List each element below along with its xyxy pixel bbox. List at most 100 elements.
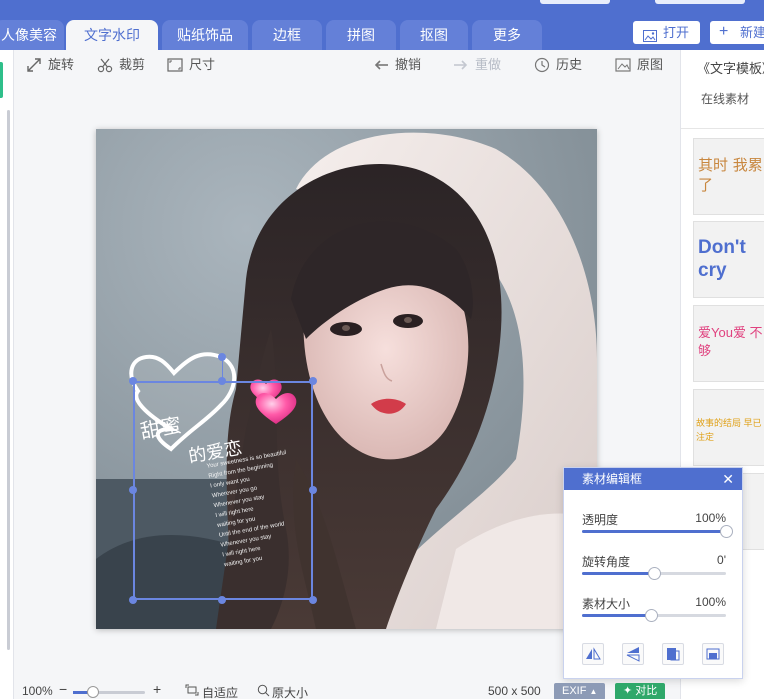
tab-border[interactable]: 边框 bbox=[252, 20, 322, 50]
original-image-button[interactable]: 原图 bbox=[615, 57, 663, 73]
original-label: 原图 bbox=[637, 57, 664, 72]
rotation-label: 旋转角度 bbox=[582, 555, 631, 569]
fit-icon bbox=[185, 684, 201, 698]
dialog-action-icons bbox=[582, 643, 726, 665]
new-button-label: 新建 bbox=[740, 25, 764, 40]
history-label: 历史 bbox=[556, 57, 583, 72]
resize-handle[interactable] bbox=[218, 377, 226, 385]
photo-canvas[interactable]: 甜蜜 的爱恋 Your sweetness is so beautiful Ri… bbox=[96, 129, 597, 629]
undo-button[interactable]: 撤销 bbox=[373, 57, 421, 73]
online-materials-label[interactable]: 在线素材 bbox=[701, 90, 749, 107]
size-slider[interactable] bbox=[582, 609, 726, 622]
opacity-slider-knob[interactable] bbox=[720, 525, 733, 538]
size-tool[interactable]: 尺寸 bbox=[167, 57, 215, 73]
redo-button[interactable]: 重做 bbox=[453, 57, 501, 73]
rotation-slider-knob[interactable] bbox=[648, 567, 661, 580]
resize-handle[interactable] bbox=[309, 377, 317, 385]
fit-button[interactable]: 自适应 bbox=[202, 684, 238, 699]
open-button-label: 打开 bbox=[663, 25, 690, 40]
size-label: 尺寸 bbox=[189, 57, 216, 72]
resize-icon bbox=[167, 57, 183, 77]
tab-cutout[interactable]: 抠图 bbox=[400, 20, 468, 50]
layer-down-icon[interactable] bbox=[702, 643, 724, 665]
rotation-slider-fill bbox=[582, 572, 654, 575]
arrow-left-icon bbox=[373, 57, 389, 77]
opacity-value: 100% bbox=[695, 511, 726, 525]
rotation-slider[interactable] bbox=[582, 567, 726, 580]
open-button[interactable]: 打开 bbox=[633, 21, 700, 44]
tab-stickers[interactable]: 贴纸饰品 bbox=[162, 20, 248, 50]
exif-button[interactable]: EXIF ▲ bbox=[554, 683, 606, 699]
tab-text-watermark[interactable]: 文字水印 bbox=[66, 20, 158, 50]
left-panel-accent bbox=[0, 62, 3, 98]
magnifier-icon bbox=[257, 684, 271, 698]
compare-label: 对比 bbox=[635, 685, 658, 697]
rotate-label: 旋转 bbox=[48, 57, 75, 72]
zoom-slider-knob[interactable] bbox=[87, 686, 99, 698]
tab-label: 抠图 bbox=[420, 27, 448, 43]
crop-label: 裁剪 bbox=[119, 57, 146, 72]
resize-handle[interactable] bbox=[309, 486, 317, 494]
dialog-title: 素材编辑框 bbox=[582, 472, 643, 486]
tab-label: 拼图 bbox=[347, 27, 375, 43]
left-panel-scrollbar[interactable] bbox=[7, 110, 10, 650]
opacity-row: 透明度 100% bbox=[582, 511, 726, 528]
size-slider-knob[interactable] bbox=[645, 609, 659, 622]
compare-button[interactable]: ✦ 对比 bbox=[615, 683, 666, 699]
rotation-value: 0' bbox=[717, 553, 726, 567]
image-dimensions: 500 x 500 bbox=[488, 684, 541, 698]
flip-vertical-icon[interactable] bbox=[622, 643, 644, 665]
top-menu-fragment bbox=[540, 0, 610, 4]
material-thumbnail[interactable]: 故事的结局 早已注定 bbox=[693, 389, 764, 466]
resize-handle[interactable] bbox=[129, 596, 137, 604]
resize-handle[interactable] bbox=[129, 377, 137, 385]
material-selection-box[interactable] bbox=[133, 381, 313, 600]
sparkle-icon: ✦ bbox=[623, 685, 633, 697]
thumbnail-text: 爱You爱 不够 bbox=[698, 325, 763, 358]
actual-size-button[interactable]: 原大小 bbox=[272, 684, 308, 699]
resize-handle[interactable] bbox=[309, 596, 317, 604]
tab-portrait-beauty[interactable]: 人像美容 bbox=[0, 20, 64, 50]
history-button[interactable]: 历史 bbox=[534, 57, 582, 73]
crop-tool[interactable]: 裁剪 bbox=[97, 57, 145, 73]
caret-up-icon: ▲ bbox=[589, 687, 598, 696]
resize-handle[interactable] bbox=[129, 486, 137, 494]
redo-label: 重做 bbox=[475, 57, 502, 72]
opacity-slider[interactable] bbox=[582, 525, 733, 538]
resize-handle[interactable] bbox=[218, 596, 226, 604]
material-thumbnail[interactable]: Don't cry bbox=[693, 221, 764, 298]
zoom-out-button[interactable]: − bbox=[59, 681, 67, 697]
text-template-title[interactable]: 《文字模板》 bbox=[697, 58, 764, 77]
edit-toolbar: 旋转 裁剪 尺寸 撤销 重做 历史 原图 bbox=[15, 50, 679, 80]
thumbnail-text: 其时 我累了 bbox=[698, 156, 763, 194]
close-icon[interactable]: ✕ bbox=[722, 468, 734, 490]
rotate-handle[interactable] bbox=[218, 353, 226, 361]
zoom-in-button[interactable]: + bbox=[153, 681, 161, 697]
top-menu-fragment bbox=[655, 0, 745, 4]
rotate-tool[interactable]: 旋转 bbox=[26, 57, 74, 73]
dialog-header[interactable]: 素材编辑框 ✕ bbox=[564, 468, 742, 490]
left-panel-strip: % bbox=[0, 50, 14, 699]
tab-label: 人像美容 bbox=[1, 27, 57, 43]
tab-label: 贴纸饰品 bbox=[177, 27, 233, 43]
tab-label: 文字水印 bbox=[84, 27, 140, 43]
size-label: 素材大小 bbox=[582, 597, 631, 611]
tab-collage[interactable]: 拼图 bbox=[326, 20, 396, 50]
material-edit-dialog: 素材编辑框 ✕ 透明度 100% 旋转角度 0' 素材大小 100% bbox=[563, 467, 743, 679]
zoom-slider[interactable] bbox=[73, 686, 145, 698]
layer-up-icon[interactable] bbox=[662, 643, 684, 665]
top-tab-bar: 人像美容 文字水印 贴纸饰品 边框 拼图 抠图 更多 打开 + 新建 bbox=[0, 0, 764, 50]
arrow-right-icon bbox=[453, 57, 469, 77]
image-icon bbox=[643, 26, 657, 49]
thumbnail-text: 故事的结局 早已注定 bbox=[696, 418, 762, 442]
thumbnail-text: Don't cry bbox=[698, 237, 746, 281]
material-thumbnail[interactable]: 爱You爱 不够 bbox=[693, 305, 764, 382]
exif-label: EXIF bbox=[562, 685, 587, 697]
tab-label: 边框 bbox=[273, 27, 301, 43]
picture-icon bbox=[615, 57, 631, 77]
flip-horizontal-icon[interactable] bbox=[582, 643, 604, 665]
scissors-icon bbox=[97, 57, 113, 77]
material-thumbnail[interactable]: 其时 我累了 bbox=[693, 138, 764, 215]
tab-more[interactable]: 更多 bbox=[472, 20, 542, 50]
new-button[interactable]: + 新建 bbox=[710, 21, 764, 44]
